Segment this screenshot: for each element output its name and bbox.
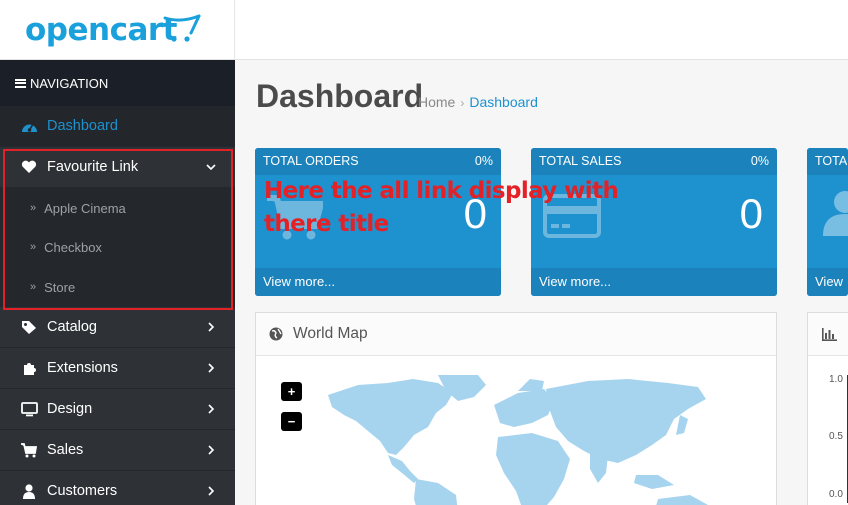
tile-view-more-link[interactable]: View more...	[255, 268, 501, 296]
tile-percent: 0%	[750, 154, 769, 168]
menu-icon	[15, 78, 26, 88]
tile-view-more-link[interactable]: View more...	[531, 268, 777, 296]
logo-text: opencart	[25, 12, 177, 48]
tile-value: 0	[739, 190, 763, 237]
highlight-box	[3, 149, 233, 310]
breadcrumb-home[interactable]: Home	[418, 94, 455, 110]
cart-icon	[20, 442, 38, 458]
sidebar-item-design[interactable]: Design	[0, 389, 235, 430]
world-map[interactable]	[318, 375, 708, 505]
sidebar-item-dashboard[interactable]: Dashboard	[0, 106, 235, 147]
breadcrumb-current[interactable]: Dashboard	[469, 94, 538, 110]
sidebar-item-label: Catalog	[47, 319, 97, 335]
user-icon	[823, 191, 848, 236]
zoom-in-button[interactable]: +	[281, 382, 302, 401]
monitor-icon	[20, 401, 38, 417]
tile-percent: 0%	[474, 154, 493, 168]
tile-header: TOTA	[807, 148, 848, 175]
tile-header: TOTAL ORDERS 0%	[255, 148, 501, 175]
tile-title: TOTAL ORDERS	[263, 154, 359, 168]
sidebar-item-customers[interactable]: Customers	[0, 471, 235, 505]
sidebar-item-sales[interactable]: Sales	[0, 430, 235, 471]
zoom-out-button[interactable]: −	[281, 412, 302, 431]
annotation-text: Here the all link display with there tit…	[264, 178, 619, 237]
user-icon	[20, 483, 38, 499]
chevron-right-icon	[208, 445, 215, 455]
sales-chart-panel: 1.0 0.5 0.0	[807, 312, 848, 505]
tile-total-customers: TOTA View	[807, 148, 848, 296]
tile-title: TOTA	[815, 154, 848, 168]
chevron-right-icon	[208, 486, 215, 496]
logo[interactable]: opencart	[0, 0, 235, 60]
panel-header: World Map	[256, 313, 776, 356]
breadcrumb: Home › Dashboard	[418, 94, 538, 110]
sidebar-item-catalog[interactable]: Catalog	[0, 307, 235, 348]
cart-logo-icon	[163, 14, 201, 42]
tile-view-more-link[interactable]: View	[807, 268, 848, 296]
sidebar-item-label: Design	[47, 401, 93, 417]
tile-title: TOTAL SALES	[539, 154, 622, 168]
page-title: Dashboard	[256, 78, 424, 114]
top-header: opencart	[0, 0, 848, 60]
puzzle-icon	[20, 360, 38, 376]
chevron-right-icon	[208, 363, 215, 373]
world-map-panel: World Map + −	[255, 312, 777, 505]
chevron-right-icon	[208, 404, 215, 414]
bar-chart-icon	[822, 327, 837, 341]
y-axis-tick: 1.0	[829, 374, 843, 385]
dashboard-icon	[20, 118, 38, 134]
chevron-right-icon	[208, 322, 215, 332]
tags-icon	[20, 319, 38, 335]
sidebar-item-label: Customers	[47, 483, 118, 499]
tile-header: TOTAL SALES 0%	[531, 148, 777, 175]
navigation-header[interactable]: NAVIGATION	[0, 60, 235, 106]
sidebar-item-label: Sales	[47, 442, 84, 458]
breadcrumb-separator-icon: ›	[460, 96, 465, 110]
y-axis-tick: 0.5	[829, 431, 843, 442]
panel-title: World Map	[293, 325, 368, 342]
globe-icon	[269, 327, 283, 341]
navigation-label: NAVIGATION	[30, 75, 109, 91]
panel-header	[808, 313, 848, 356]
y-axis-tick: 0.0	[829, 489, 843, 500]
sidebar-item-extensions[interactable]: Extensions	[0, 348, 235, 389]
sidebar-item-label: Dashboard	[47, 118, 118, 134]
sidebar-item-label: Extensions	[47, 360, 118, 376]
